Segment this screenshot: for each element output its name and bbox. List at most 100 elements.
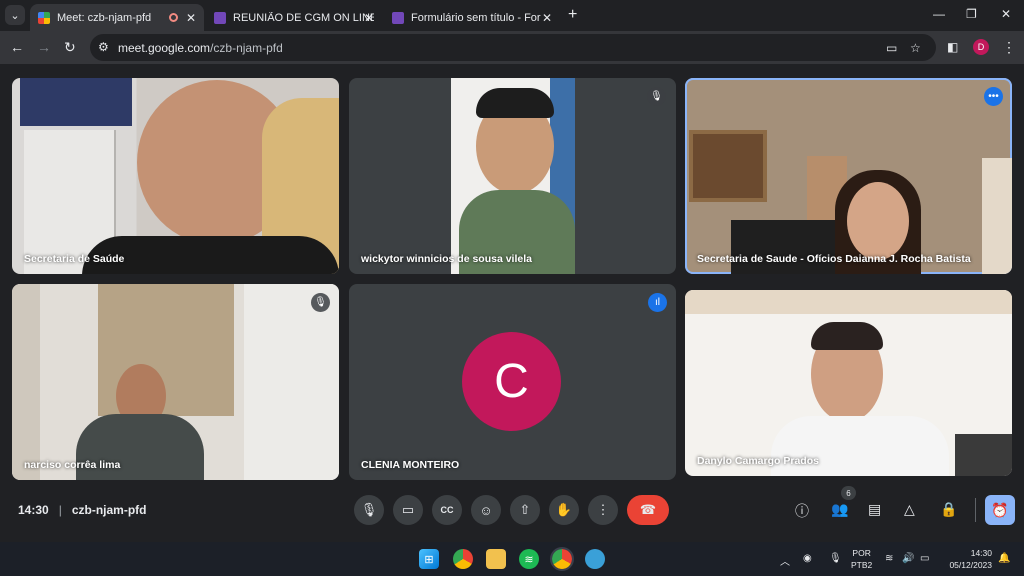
activities-icon[interactable]: △ <box>904 501 915 518</box>
tab-strip: ⌄ Meet: czb-njam-pfd ✕ REUNIÃO DE CGM ON… <box>0 0 1024 31</box>
forward-icon[interactable]: → <box>37 39 51 55</box>
url-host: meet.google.com <box>118 41 211 55</box>
window-close-icon[interactable]: ✕ <box>1001 7 1011 21</box>
mic-off-icon: 🎙 <box>311 293 330 312</box>
lang-line1: POR <box>852 548 871 558</box>
camera-in-use-icon[interactable]: ▭ <box>886 41 897 55</box>
chrome-icon[interactable] <box>453 549 473 569</box>
restore-icon[interactable]: ❐ <box>966 7 977 21</box>
divider: | <box>58 503 62 517</box>
minimize-icon[interactable]: — <box>933 7 945 21</box>
hand-icon: ✋ <box>555 502 573 517</box>
participant-tile[interactable]: 🎙 narciso corrêa lima <box>12 284 339 480</box>
close-icon[interactable]: ✕ <box>186 11 196 25</box>
camera-button[interactable]: ▭ <box>393 495 423 525</box>
clock-time: 14:30 <box>970 548 992 558</box>
spotify-icon[interactable]: ≋ <box>519 549 539 569</box>
person-face-image <box>847 182 909 260</box>
language-indicator[interactable]: POR PTB2 <box>851 547 872 571</box>
clock-date: 05/12/2023 <box>949 560 992 570</box>
participant-tile[interactable]: Secretaria de Saúde <box>12 78 339 274</box>
battery-icon[interactable]: ▭ <box>920 553 929 564</box>
reactions-button[interactable]: ☺ <box>471 495 501 525</box>
notification-bell-icon[interactable]: 🔔 <box>998 553 1010 564</box>
mic-button[interactable]: 🎙 <box>354 495 384 525</box>
microphone-tray-icon[interactable]: 🎙 <box>829 553 842 564</box>
participant-name: Danylo Camargo Prados <box>697 455 819 467</box>
meeting-time: 14:30 <box>18 503 49 517</box>
participant-name: Secretaria de Saude - Ofícios Daianna J.… <box>697 253 971 265</box>
browser-toolbar: ← → ↻ ⚙ meet.google.com/czb-njam-pfd ▭ ☆… <box>0 31 1024 64</box>
participant-tile[interactable]: C ıl CLENIA MONTEIRO <box>349 284 676 480</box>
speaking-indicator-icon: ıl <box>648 293 667 312</box>
shelf-image <box>20 78 132 126</box>
site-settings-icon[interactable]: ⚙ <box>98 40 109 54</box>
windows-start-icon[interactable]: ⊞ <box>419 549 439 569</box>
captions-button[interactable]: CC <box>432 495 462 525</box>
host-controls-icon[interactable]: 🔒 <box>940 501 957 518</box>
forms-favicon-icon <box>214 11 226 24</box>
meeting-code: czb-njam-pfd <box>71 503 147 517</box>
door-image <box>244 284 339 480</box>
raise-hand-button[interactable]: ✋ <box>549 495 579 525</box>
participant-count-badge: 6 <box>841 486 856 500</box>
address-bar[interactable]: ⚙ meet.google.com/czb-njam-pfd ▭ ☆ <box>90 34 936 61</box>
tab-title: REUNIÃO DE CGM ON LINE <box>233 11 374 24</box>
url-path: /czb-njam-pfd <box>210 41 283 55</box>
more-options-icon[interactable]: ••• <box>984 87 1003 106</box>
tab-formulario[interactable]: Formulário sem título - Formulá ✕ <box>384 4 560 31</box>
alarm-clock-icon: ⏰ <box>991 501 1009 518</box>
volume-icon[interactable]: 🔊 <box>902 553 914 564</box>
avatar: C <box>462 332 561 431</box>
participant-name: wickytor winnicios de sousa vilela <box>361 253 532 265</box>
chrome-profile-icon[interactable] <box>550 547 574 571</box>
meet-stage: Secretaria de Saúde 🎙 wickytor winnicios… <box>0 64 1024 542</box>
ceiling-image <box>685 290 1012 314</box>
microphone-icon: 🎙 <box>360 502 378 517</box>
chat-icon[interactable]: ▤ <box>868 501 881 518</box>
hair-image <box>811 322 883 350</box>
participant-tile[interactable]: 🎙 wickytor winnicios de sousa vilela <box>349 78 676 274</box>
people-icon[interactable]: 👥 <box>831 501 848 518</box>
participant-tile[interactable]: Danylo Camargo Prados <box>685 290 1012 476</box>
tab-reuniao[interactable]: REUNIÃO DE CGM ON LINE ✕ <box>206 4 382 31</box>
phone-hangup-icon: ☎ <box>639 502 657 517</box>
more-options-button[interactable]: ⋮ <box>588 495 618 525</box>
back-icon[interactable]: ← <box>10 39 24 55</box>
url-text: meet.google.com/czb-njam-pfd <box>118 41 283 55</box>
new-tab-icon[interactable]: + <box>568 6 577 24</box>
globe-app-icon[interactable] <box>585 549 605 569</box>
hair-image <box>476 88 554 118</box>
system-clock[interactable]: 14:30 05/12/2023 <box>946 547 992 571</box>
end-call-button[interactable]: ☎ <box>627 495 669 525</box>
meet-tray-icon[interactable]: ◉ <box>803 553 812 564</box>
file-explorer-icon[interactable] <box>486 549 506 569</box>
present-screen-icon: ⇧ <box>519 502 531 517</box>
present-button[interactable]: ⇧ <box>510 495 540 525</box>
menu-icon[interactable]: ⋮ <box>1002 39 1016 56</box>
tab-meet[interactable]: Meet: czb-njam-pfd ✕ <box>30 4 204 31</box>
participant-name: CLENIA MONTEIRO <box>361 459 460 471</box>
close-icon[interactable]: ✕ <box>542 11 552 25</box>
reload-icon[interactable]: ↻ <box>64 39 76 56</box>
wifi-icon[interactable]: ≋ <box>885 553 893 564</box>
profile-avatar[interactable]: D <box>973 39 989 55</box>
more-vert-icon: ⋮ <box>596 502 610 517</box>
wall-image <box>12 284 40 480</box>
bookmark-star-icon[interactable]: ☆ <box>910 41 921 55</box>
close-icon[interactable]: ✕ <box>364 11 374 25</box>
person-body-image <box>771 416 949 476</box>
chair-image <box>731 220 851 274</box>
meeting-details-icon[interactable]: ⓘ <box>795 501 809 521</box>
mic-off-icon: 🎙 <box>647 87 666 106</box>
tab-search-icon[interactable]: ⌄ <box>5 5 25 25</box>
meet-favicon-icon <box>38 11 50 24</box>
alarm-clock-button[interactable]: ⏰ <box>985 495 1015 525</box>
side-panel-icon[interactable]: ◧ <box>947 40 958 54</box>
windows-taskbar: ⊞ ≋ ︿ ◉ 🎙 POR PTB2 ≋ 🔊 ▭ 14:30 05/12/202… <box>0 542 1024 576</box>
participant-tile[interactable]: ••• Secretaria de Saude - Ofícios Daiann… <box>685 78 1012 274</box>
forms-favicon-icon <box>392 11 404 24</box>
tray-overflow-icon[interactable]: ︿ <box>780 553 790 568</box>
lang-line2: PTB2 <box>851 560 873 570</box>
door-image <box>982 158 1012 274</box>
